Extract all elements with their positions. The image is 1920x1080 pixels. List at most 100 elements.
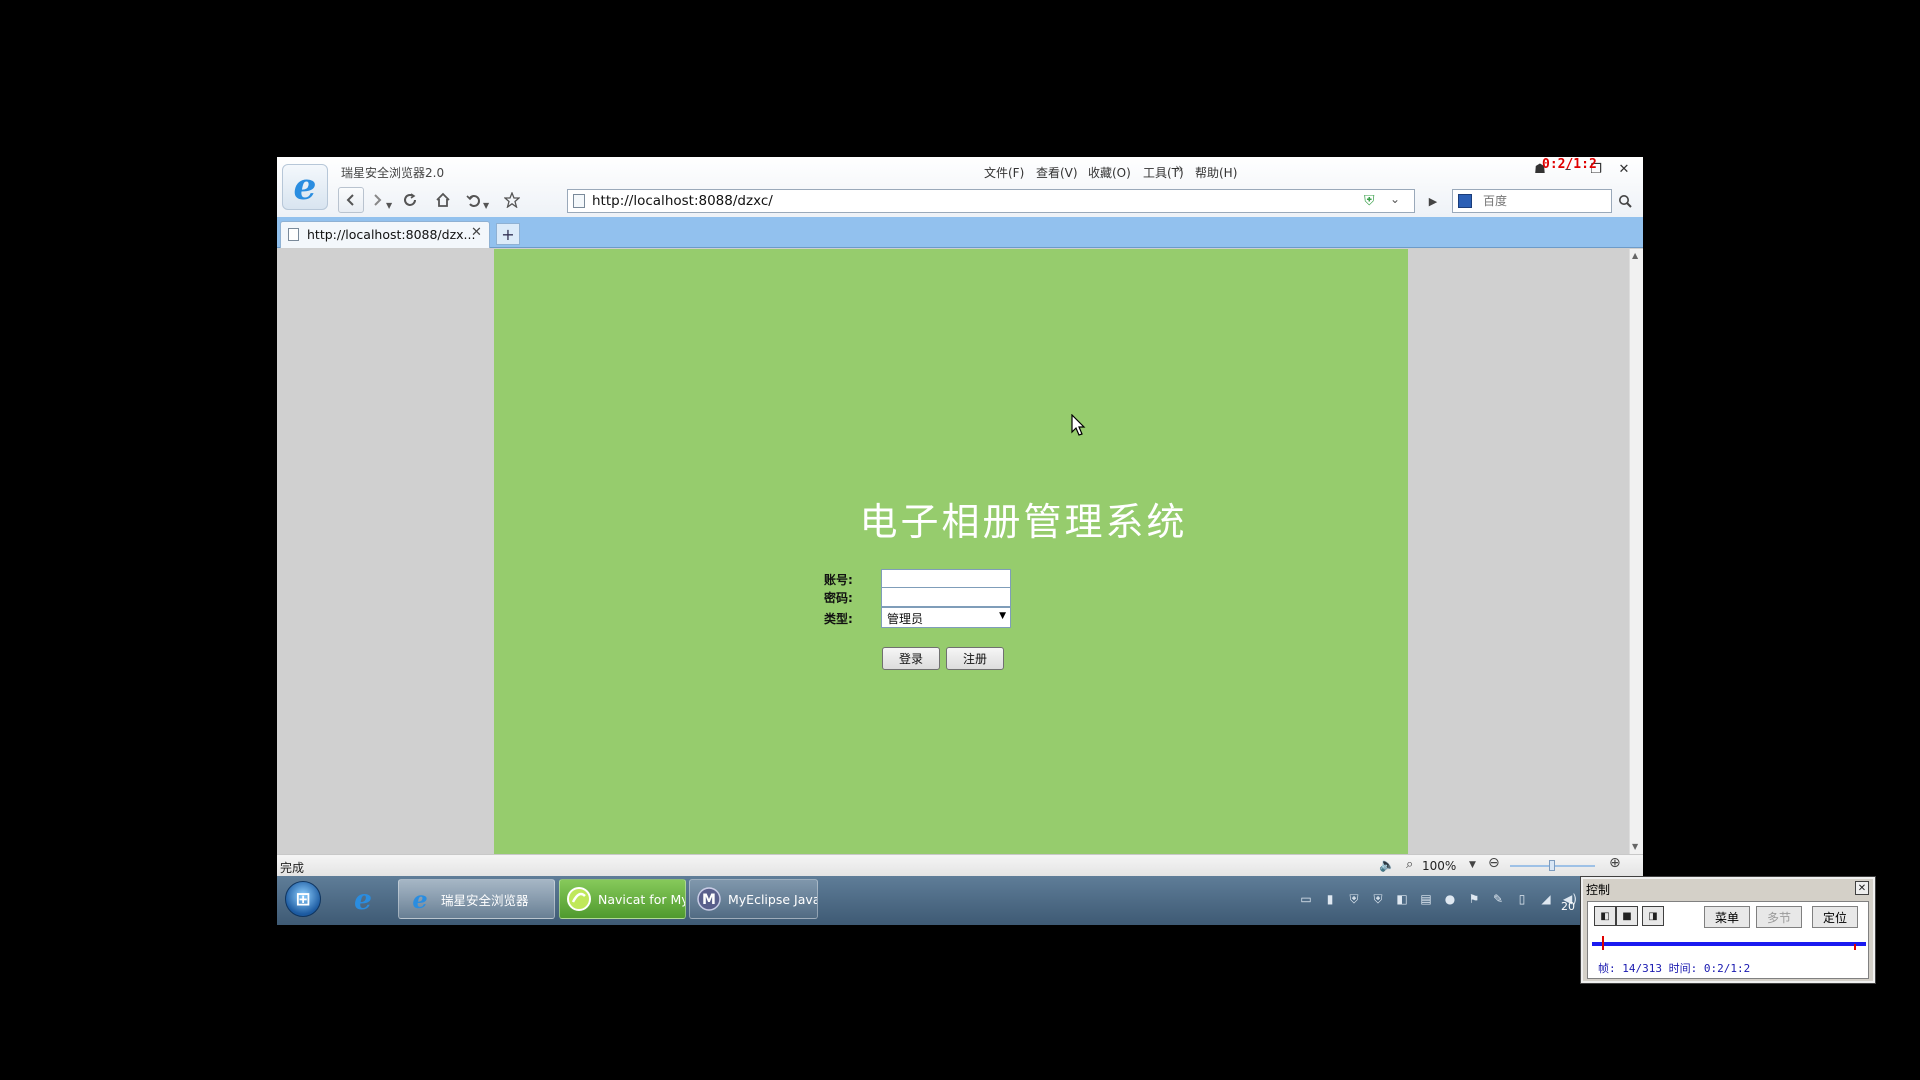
speaker-icon[interactable]: 🔈	[1379, 858, 1395, 873]
locate-button[interactable]: 定位	[1812, 906, 1858, 928]
menu-button[interactable]: 菜单	[1704, 906, 1750, 928]
register-button[interactable]: 注册	[946, 647, 1004, 670]
control-panel: 控制 ✕ ◧ ■ ◨ 菜单 多节 定位 帧: 14/313 时间: 0:2/1:…	[1580, 876, 1876, 984]
search-button[interactable]	[1613, 189, 1637, 213]
start-button[interactable]: ⊞	[285, 881, 321, 917]
star-icon	[504, 192, 520, 208]
back-arrow-icon	[346, 194, 354, 206]
playback-timeline[interactable]	[1592, 942, 1866, 946]
browser-title: 瑞星安全浏览器2.0	[341, 166, 445, 180]
address-dropdown-icon[interactable]: ⌄	[1390, 192, 1400, 206]
battery-icon[interactable]: ▯	[1513, 890, 1531, 908]
control-panel-title: 控制	[1586, 883, 1611, 897]
close-button[interactable]: ✕	[1610, 158, 1638, 180]
zoom-in-icon[interactable]: ⊕	[1609, 855, 1621, 871]
control-panel-body: ◧ ■ ◨ 菜单 多节 定位 帧: 14/313 时间: 0:2/1:2	[1587, 901, 1869, 979]
scroll-down-icon[interactable]: ▼	[1632, 842, 1638, 851]
myeclipse-icon: M	[696, 884, 722, 914]
taskbar-item-browser[interactable]: e 瑞星安全浏览器	[398, 879, 555, 919]
taskbar-item-navicat[interactable]: Navicat for MyS...	[559, 879, 686, 919]
navicat-icon	[566, 884, 592, 914]
back-button[interactable]	[338, 187, 364, 213]
search-input[interactable]	[1481, 193, 1605, 209]
undo-icon	[466, 195, 480, 207]
printer-icon[interactable]: ▤	[1417, 890, 1435, 908]
type-select[interactable]: 管理员 ▼	[881, 607, 1011, 628]
shield-icon[interactable]: ⛨	[1369, 890, 1387, 908]
keyboard-icon[interactable]: ▭	[1297, 890, 1315, 908]
playback-end-marker	[1854, 944, 1856, 950]
vertical-scrollbar[interactable]: ▲ ▼	[1629, 249, 1643, 854]
password-input[interactable]	[881, 587, 1011, 607]
page-title: 电子相册管理系统	[859, 500, 1188, 544]
address-url[interactable]: http://localhost:8088/dzxc/	[592, 193, 773, 209]
playback-position-marker[interactable]	[1602, 936, 1604, 950]
browser-toolbar: e 瑞星安全浏览器2.0 » 文件(F) 查看(V) 收藏(O) 工具(T) 帮…	[277, 157, 1643, 217]
network-icon[interactable]: ◧	[1393, 890, 1411, 908]
control-panel-close-button[interactable]: ✕	[1855, 881, 1869, 895]
frame-back-icon[interactable]: ◧	[1594, 906, 1616, 926]
page-icon	[573, 194, 585, 208]
forward-dropdown-icon[interactable]: ▼	[386, 201, 392, 210]
new-tab-button[interactable]: +	[496, 223, 520, 245]
quicklaunch-ie-icon[interactable]: e	[347, 883, 379, 916]
page-icon	[288, 228, 299, 241]
zoom-slider-handle[interactable]	[1549, 860, 1555, 871]
taskbar-item-label: Navicat for MyS...	[598, 891, 685, 907]
zoom-level[interactable]: 100%	[1422, 859, 1456, 873]
type-selected-value: 管理员	[887, 612, 924, 626]
account-label: 账号:	[824, 573, 853, 587]
overlay-time: 0:2/1:2	[1542, 157, 1597, 172]
taskbar: ⊞ e e 瑞星安全浏览器 Navicat for MyS... M MyEcl…	[277, 876, 1643, 925]
svg-text:M: M	[702, 892, 716, 908]
frame-forward-icon[interactable]: ◨	[1642, 906, 1664, 926]
pen-icon[interactable]: ✎	[1489, 890, 1507, 908]
tab-bar: http://localhost:8088/dzx... ✕ +	[277, 217, 1643, 248]
flag-icon[interactable]: ⚑	[1465, 890, 1483, 908]
refresh-button[interactable]	[397, 187, 423, 213]
security-shield-icon[interactable]: ⛨	[1364, 193, 1378, 209]
account-input[interactable]	[881, 569, 1011, 589]
tab-label: http://localhost:8088/dzx...	[307, 227, 476, 242]
search-box[interactable]	[1452, 189, 1612, 213]
page-viewport: 电子相册管理系统 账号: 密码: 类型: 管理员 ▼ 登录 注册	[277, 249, 1629, 854]
system-tray: ▭ ▮ ⛨ ⛨ ◧ ▤ ● ⚑ ✎ ▯ ◢ ◀)	[1297, 890, 1579, 910]
zoom-dropdown-icon[interactable]: ▼	[1469, 860, 1476, 870]
menu-favorites[interactable]: 收藏(O)	[1088, 164, 1131, 181]
zoom-out-icon[interactable]: ⊖	[1488, 855, 1500, 871]
search-engine-icon[interactable]	[1458, 194, 1472, 208]
control-panel-titlebar[interactable]: 控制 ✕	[1583, 879, 1873, 897]
address-bar[interactable]: http://localhost:8088/dzxc/ ⛨ ⌄	[567, 189, 1415, 213]
security-icon[interactable]: ●	[1441, 890, 1459, 908]
zoom-icon[interactable]: ⌕	[1406, 857, 1413, 872]
search-icon	[1619, 195, 1632, 208]
tab-close-icon[interactable]: ✕	[471, 225, 482, 240]
status-text: 完成	[280, 861, 305, 875]
stop-icon[interactable]: ■	[1616, 906, 1638, 926]
login-button[interactable]: 登录	[882, 647, 940, 670]
usb-icon[interactable]: ▮	[1321, 890, 1339, 908]
undo-dropdown-icon[interactable]: ▼	[483, 201, 489, 210]
tab-localhost[interactable]: http://localhost:8088/dzx... ✕	[280, 221, 490, 248]
password-label: 密码:	[824, 591, 853, 605]
menu-file[interactable]: 文件(F)	[984, 164, 1024, 181]
menu-tools[interactable]: 工具(T)	[1143, 164, 1184, 181]
go-button[interactable]: ▶	[1422, 189, 1444, 213]
home-icon	[436, 192, 450, 207]
taskbar-item-label: MyEclipse Java ...	[728, 891, 817, 907]
browser-window: e 瑞星安全浏览器2.0 » 文件(F) 查看(V) 收藏(O) 工具(T) 帮…	[277, 157, 1643, 925]
home-button[interactable]	[430, 187, 456, 213]
clock[interactable]: 20	[1561, 900, 1575, 913]
scroll-up-icon[interactable]: ▲	[1632, 251, 1638, 260]
taskbar-item-myeclipse[interactable]: M MyEclipse Java ...	[689, 879, 818, 919]
menu-help[interactable]: 帮助(H)	[1195, 164, 1237, 181]
signal-icon[interactable]: ◢	[1537, 890, 1555, 908]
playback-info: 帧: 14/313 时间: 0:2/1:2	[1598, 962, 1751, 975]
status-bar: 完成 🔈 ⌕ 100% ▼ ⊖ ⊕	[277, 854, 1643, 876]
multi-section-button: 多节	[1756, 906, 1802, 928]
shield-icon[interactable]: ⛨	[1345, 890, 1363, 908]
forward-arrow-icon	[374, 194, 382, 206]
menu-view[interactable]: 查看(V)	[1036, 164, 1078, 181]
favorite-button[interactable]	[499, 187, 525, 213]
select-arrow-icon: ▼	[999, 611, 1006, 621]
